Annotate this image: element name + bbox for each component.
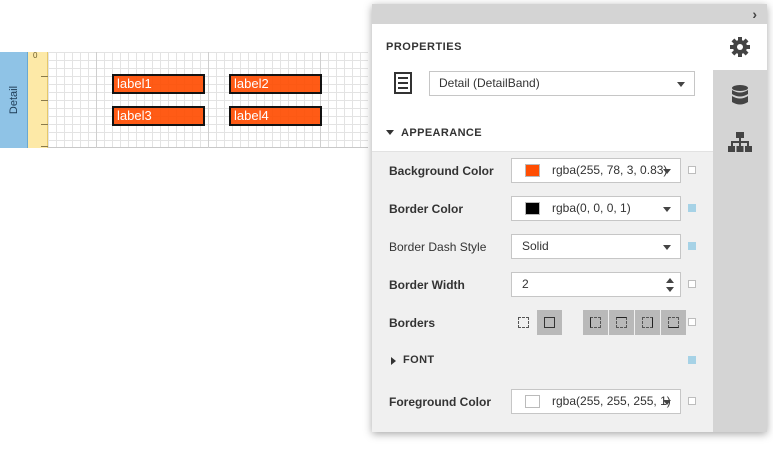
spin-up-icon[interactable]	[666, 278, 674, 283]
border-top-button[interactable]	[609, 310, 634, 335]
background-color-editor[interactable]: rgba(255, 78, 3, 0.83)	[511, 158, 681, 183]
expand-triangle-icon	[386, 130, 394, 135]
detail-band-grid[interactable]: label1 label2 label3 label4	[48, 52, 368, 148]
modified-indicator	[688, 318, 696, 326]
modified-indicator	[688, 397, 696, 405]
report-design-surface: Detail 0 label1 label2 label3 label4	[0, 51, 368, 148]
border-right-icon	[642, 317, 653, 328]
properties-content: PROPERTIES Detail (DetailBand) APPEARANC…	[372, 24, 713, 432]
collapsed-triangle-icon	[391, 357, 396, 365]
border-dash-style-value: Solid	[522, 239, 549, 253]
background-color-label: Background Color	[389, 164, 494, 178]
border-left-button[interactable]	[583, 310, 608, 335]
foreground-color-value: rgba(255, 255, 255, 1)	[552, 394, 671, 408]
border-none-icon	[518, 317, 529, 328]
appearance-section-header[interactable]: APPEARANCE	[372, 114, 713, 152]
tab-report-explorer[interactable]	[713, 120, 767, 166]
border-width-spinner[interactable]: 2	[511, 272, 681, 297]
background-color-row: Background Color rgba(255, 78, 3, 0.83)	[372, 152, 713, 190]
panel-side-tabs	[713, 24, 767, 432]
tab-properties[interactable]	[713, 24, 767, 70]
hierarchy-icon	[728, 132, 752, 152]
border-dash-style-row: Border Dash Style Solid	[372, 228, 713, 266]
tab-data-source[interactable]	[713, 72, 767, 118]
chevron-down-icon[interactable]	[663, 207, 671, 212]
chevron-down-icon[interactable]	[663, 245, 671, 250]
borders-row: Borders	[372, 304, 713, 342]
font-header-label: FONT	[403, 354, 435, 366]
band-selector-dropdown[interactable]: Detail (DetailBand)	[429, 71, 695, 96]
spin-down-icon[interactable]	[666, 287, 674, 292]
border-bottom-button[interactable]	[661, 310, 686, 335]
appearance-header-label: APPEARANCE	[401, 126, 483, 139]
collapse-panel-chevron-icon[interactable]: ›	[752, 6, 757, 22]
chevron-down-icon	[677, 82, 685, 87]
band-selector-value: Detail (DetailBand)	[439, 76, 540, 90]
label3-control[interactable]: label3	[112, 106, 205, 126]
properties-panel: › PROPERTIES Detail (DetailBand) APPEARA…	[372, 4, 767, 432]
modified-indicator	[688, 242, 696, 250]
label2-control[interactable]: label2	[229, 74, 322, 94]
list-icon[interactable]	[394, 72, 412, 94]
ruler-zero: 0	[33, 51, 38, 60]
modified-indicator	[688, 356, 696, 364]
border-width-value: 2	[522, 277, 529, 291]
foreground-color-swatch[interactable]	[525, 395, 540, 408]
border-all-button[interactable]	[537, 310, 562, 335]
border-right-button[interactable]	[635, 310, 660, 335]
font-section-header[interactable]: FONT	[372, 342, 713, 380]
border-width-row: Border Width 2	[372, 266, 713, 304]
foreground-color-label: Foreground Color	[389, 395, 491, 409]
border-color-editor[interactable]: rgba(0, 0, 0, 1)	[511, 196, 681, 221]
label4-control[interactable]: label4	[229, 106, 322, 126]
panel-top-bar: ›	[372, 4, 767, 24]
band-name: Detail	[7, 85, 20, 115]
appearance-properties: Background Color rgba(255, 78, 3, 0.83) …	[372, 152, 713, 432]
border-width-label: Border Width	[389, 278, 465, 292]
border-top-icon	[616, 317, 627, 328]
label1-control[interactable]: label1	[112, 74, 205, 94]
chevron-down-icon[interactable]	[663, 400, 671, 405]
vertical-ruler: 0	[28, 51, 48, 148]
chevron-down-icon[interactable]	[663, 169, 671, 174]
border-color-value: rgba(0, 0, 0, 1)	[552, 201, 631, 215]
foreground-color-editor[interactable]: rgba(255, 255, 255, 1)	[511, 389, 681, 414]
database-icon	[732, 85, 748, 105]
border-color-row: Border Color rgba(0, 0, 0, 1)	[372, 190, 713, 228]
border-color-label: Border Color	[389, 202, 464, 216]
border-all-icon	[544, 317, 555, 328]
gear-icon	[730, 37, 750, 57]
borders-label: Borders	[389, 316, 436, 330]
border-dash-style-select[interactable]: Solid	[511, 234, 681, 259]
border-left-icon	[590, 317, 601, 328]
detail-band-tab[interactable]: Detail	[0, 52, 28, 148]
foreground-color-row: Foreground Color rgba(255, 255, 255, 1)	[372, 383, 713, 421]
modified-indicator	[688, 280, 696, 288]
background-color-value: rgba(255, 78, 3, 0.83)	[552, 163, 668, 177]
modified-indicator	[688, 166, 696, 174]
background-color-swatch[interactable]	[525, 164, 540, 177]
properties-title: PROPERTIES	[386, 41, 462, 53]
border-none-button[interactable]	[511, 310, 536, 335]
border-color-swatch[interactable]	[525, 202, 540, 215]
border-dash-style-label: Border Dash Style	[389, 240, 487, 254]
modified-indicator	[688, 204, 696, 212]
border-bottom-icon	[668, 317, 679, 328]
